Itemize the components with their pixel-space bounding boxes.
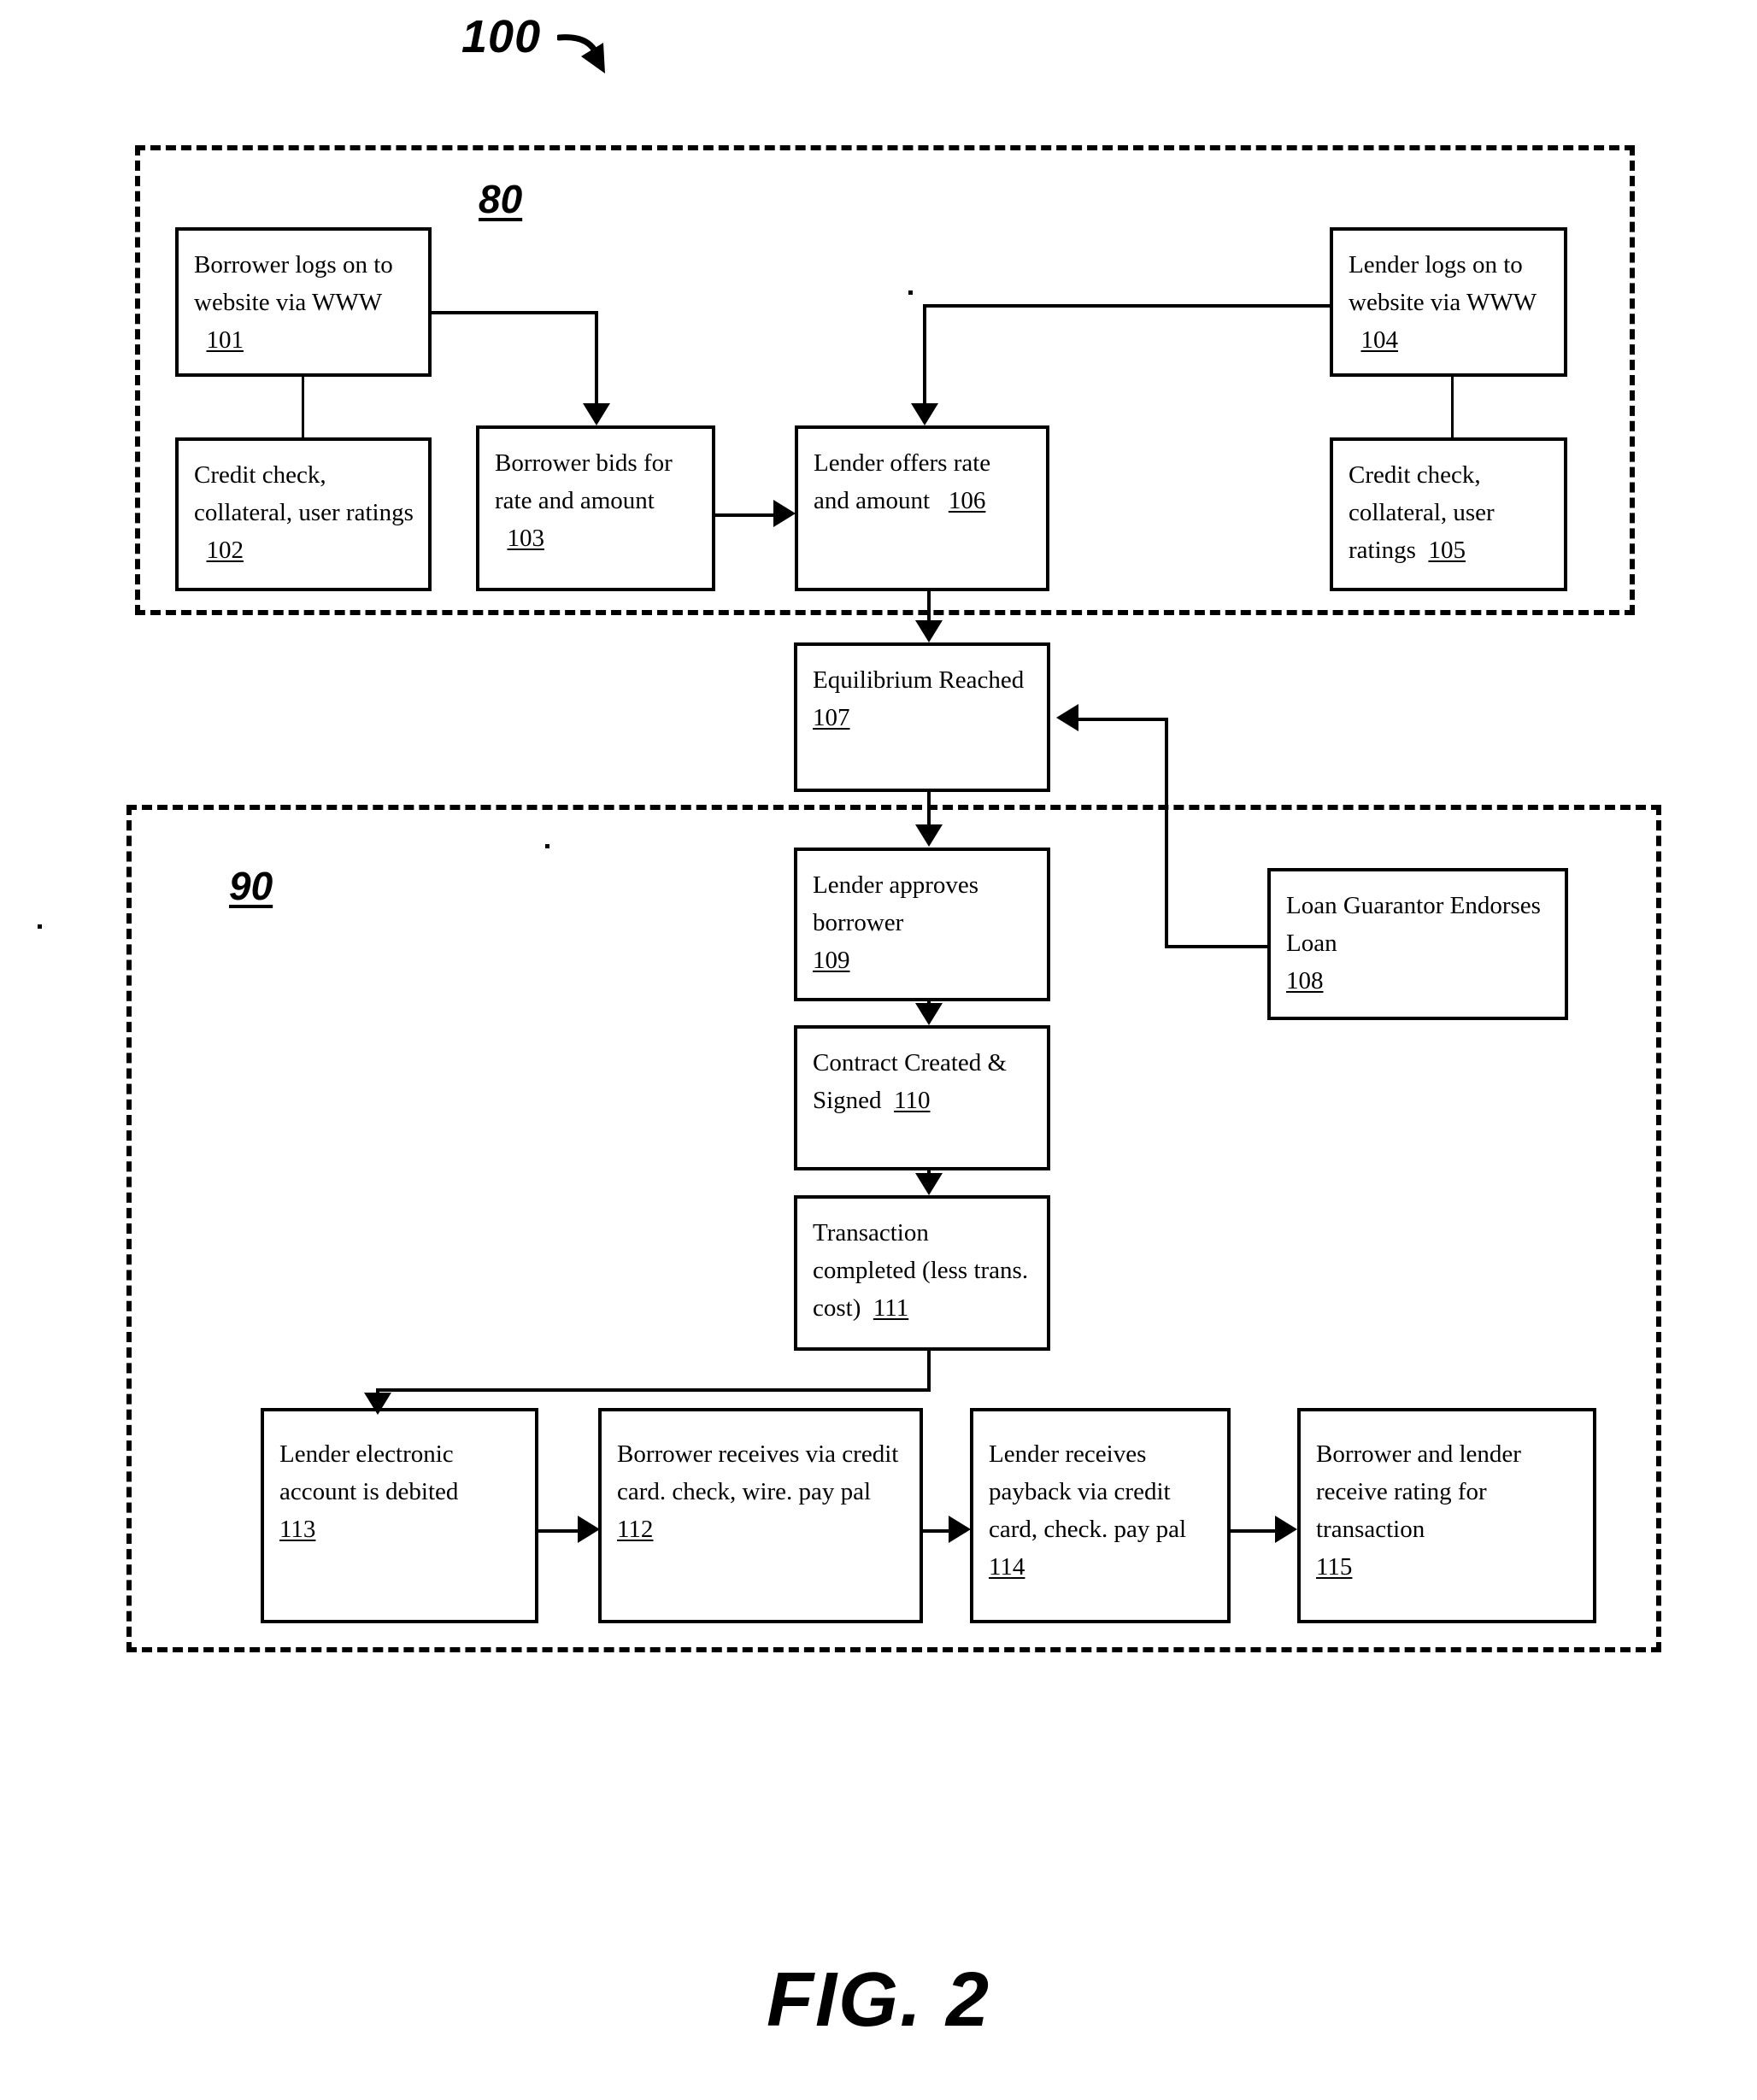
- node-112-text: Borrower receives via credit card. check…: [617, 1440, 899, 1506]
- patent-figure-canvas: 100 80 90 Borrower logs on to website vi…: [0, 0, 1757, 2100]
- connector-111-to-113-horizontal: [376, 1388, 931, 1392]
- node-108-text: Loan Guarantor Endorses Loan: [1286, 892, 1541, 958]
- node-102-numeral: 102: [206, 537, 244, 565]
- arrowhead-113-to-112: [578, 1516, 600, 1543]
- connector-106-to-107: [927, 591, 931, 622]
- scan-speck: [38, 924, 42, 929]
- node-101-text: Borrower logs on to website via WWW: [194, 251, 393, 317]
- node-103-text: Borrower bids for rate and amount: [495, 449, 673, 515]
- arrowhead-104-to-106: [911, 403, 938, 425]
- connector-104-to-106-vertical: [923, 304, 926, 405]
- scan-speck: [908, 290, 913, 295]
- node-borrower-bids-103[interactable]: Borrower bids for rate and amount 103: [476, 425, 715, 591]
- connector-104-to-106-horizontal: [923, 304, 1331, 308]
- node-115-numeral: 115: [1316, 1553, 1353, 1581]
- node-115-text: Borrower and lender receive rating for t…: [1316, 1440, 1521, 1544]
- node-borrower-logs-on-101[interactable]: Borrower logs on to website via WWW 101: [175, 227, 432, 377]
- arrowhead-110-to-111: [915, 1173, 943, 1195]
- node-103-numeral: 103: [507, 525, 545, 553]
- node-109-numeral: 109: [813, 947, 850, 975]
- node-borrower-receives-112[interactable]: Borrower receives via credit card. check…: [598, 1408, 923, 1623]
- arrowhead-112-to-114: [949, 1516, 971, 1543]
- node-106-numeral: 106: [948, 487, 986, 515]
- connector-108-to-107-horizontal-lower: [1165, 945, 1269, 948]
- connector-107-to-109: [927, 792, 931, 826]
- connector-111-to-113-vertical-right: [927, 1351, 931, 1390]
- node-102-text: Credit check, collateral, user ratings: [194, 461, 414, 527]
- node-lender-logs-on-104[interactable]: Lender logs on to website via WWW 104: [1330, 227, 1567, 377]
- arrowhead-106-to-107: [915, 620, 943, 642]
- node-lender-receives-payback-114[interactable]: Lender receives payback via credit card,…: [970, 1408, 1231, 1623]
- figure-caption: FIG. 2: [766, 1957, 991, 2043]
- node-109-text: Lender approves borrower: [813, 871, 979, 937]
- connector-101-to-103-vertical: [595, 311, 598, 405]
- node-101-numeral: 101: [206, 326, 244, 355]
- connector-114-to-115-horizontal: [1231, 1529, 1278, 1533]
- node-105-numeral: 105: [1428, 537, 1466, 565]
- node-111-numeral: 111: [873, 1294, 909, 1323]
- connector-101-to-103-horizontal: [432, 311, 598, 314]
- arrowhead-109-to-110: [915, 1003, 943, 1025]
- connector-113-to-112-horizontal: [538, 1529, 581, 1533]
- connector-108-to-107-vertical: [1165, 718, 1168, 948]
- arrowhead-103-to-106: [773, 500, 796, 527]
- node-lender-offers-106[interactable]: Lender offers rate and amount 106: [795, 425, 1049, 591]
- node-110-text-line2: Signed: [813, 1087, 882, 1115]
- lead-line-arrow-icon: [557, 34, 605, 73]
- connector-108-to-107-horizontal-upper: [1078, 718, 1166, 721]
- arrowhead-107-to-109: [915, 824, 943, 847]
- scan-speck: [545, 844, 549, 848]
- node-equilibrium-reached-107[interactable]: Equilibrium Reached 107: [794, 642, 1050, 792]
- node-111-text: Transaction completed (less trans. cost): [813, 1219, 1029, 1323]
- node-113-text: Lender electronic account is debited: [279, 1440, 459, 1506]
- node-107-numeral: 107: [813, 704, 850, 732]
- connector-103-to-106-horizontal: [715, 513, 777, 517]
- node-lender-credit-check-105[interactable]: Credit check, collateral, user ratings 1…: [1330, 437, 1567, 591]
- node-lender-approves-borrower-109[interactable]: Lender approves borrower 109: [794, 848, 1050, 1001]
- node-110-numeral: 110: [894, 1087, 931, 1115]
- node-107-text: Equilibrium Reached: [813, 666, 1025, 694]
- connector-104-to-105: [1451, 377, 1454, 437]
- system-reference-100: 100: [461, 11, 542, 62]
- node-110-text-line1: Contract Created &: [813, 1049, 1008, 1076]
- node-104-numeral: 104: [1360, 326, 1399, 355]
- node-108-numeral: 108: [1286, 967, 1324, 995]
- node-lender-account-debited-113[interactable]: Lender electronic account is debited 113: [261, 1408, 538, 1623]
- node-contract-created-signed-110[interactable]: Contract Created & Signed 110: [794, 1025, 1050, 1170]
- arrowhead-101-to-103: [583, 403, 610, 425]
- node-112-numeral: 112: [617, 1516, 654, 1544]
- connector-101-to-102: [302, 377, 304, 437]
- group-label-90: 90: [229, 864, 273, 908]
- node-113-numeral: 113: [279, 1516, 316, 1544]
- group-label-80: 80: [479, 177, 523, 221]
- node-loan-guarantor-endorses-108[interactable]: Loan Guarantor Endorses Loan 108: [1267, 868, 1568, 1020]
- arrowhead-108-to-107: [1056, 704, 1078, 731]
- arrowhead-111-to-113: [364, 1393, 391, 1415]
- node-114-text: Lender receives payback via credit card,…: [989, 1440, 1187, 1544]
- node-borrower-credit-check-102[interactable]: Credit check, collateral, user ratings 1…: [175, 437, 432, 591]
- node-104-text: Lender logs on to website via WWW: [1349, 251, 1537, 317]
- node-transaction-completed-111[interactable]: Transaction completed (less trans. cost)…: [794, 1195, 1050, 1351]
- node-ratings-for-transaction-115[interactable]: Borrower and lender receive rating for t…: [1297, 1408, 1596, 1623]
- node-114-numeral: 114: [989, 1553, 1025, 1581]
- arrowhead-114-to-115: [1275, 1516, 1297, 1543]
